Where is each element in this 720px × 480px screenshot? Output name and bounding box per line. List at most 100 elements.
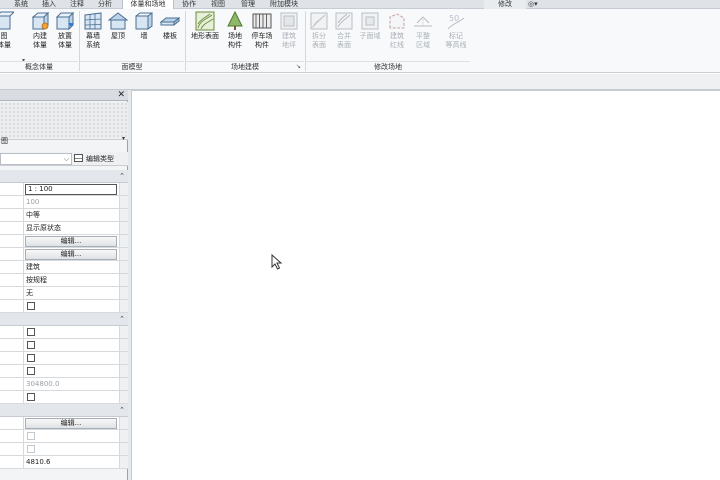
- property-line-button[interactable]: 建筑 红线: [385, 11, 409, 59]
- place-mass-button[interactable]: 放置 体量: [53, 11, 77, 59]
- split-surface-label: 拆分 表面: [312, 32, 326, 49]
- tab-analyze[interactable]: 分析: [92, 0, 118, 9]
- tab-add-ins[interactable]: 附加模块: [264, 0, 304, 9]
- label-contours-button[interactable]: 50 标记 等高线: [441, 11, 471, 59]
- panel-title-conceptual-mass: 概念体量: [0, 61, 78, 72]
- close-icon[interactable]: ✕: [117, 90, 125, 101]
- collapse-icon[interactable]: ⌃: [119, 404, 125, 417]
- tab-collaborate[interactable]: 协作: [176, 0, 202, 9]
- property-row: [0, 391, 128, 404]
- view-switch-toggle[interactable]: ◎▾: [528, 1, 556, 8]
- edit-button[interactable]: 编辑...: [25, 249, 117, 260]
- detail-level-value[interactable]: 中等: [26, 210, 40, 221]
- property-checkbox[interactable]: [27, 367, 35, 375]
- split-surface-button[interactable]: 拆分 表面: [307, 11, 331, 59]
- site-component-label: 场地 构件: [228, 32, 242, 49]
- property-checkbox[interactable]: [27, 341, 35, 349]
- merge-surfaces-label: 合并 表面: [337, 32, 351, 49]
- edit-button[interactable]: 编辑...: [25, 418, 117, 429]
- property-row: [0, 326, 128, 339]
- panel-title-model-by-face: 面模型: [80, 61, 184, 72]
- building-pad-button[interactable]: 建筑 地坪: [277, 11, 301, 59]
- property-row: 编辑...: [0, 417, 128, 430]
- property-checkbox[interactable]: [27, 328, 35, 336]
- in-place-mass-icon: [31, 11, 50, 31]
- face-wall-button[interactable]: 墙: [132, 11, 156, 59]
- tab-manage[interactable]: 管理: [234, 0, 262, 9]
- toposurface-button[interactable]: 地形表面: [188, 11, 222, 59]
- site-component-button[interactable]: 场地 构件: [223, 11, 247, 59]
- property-row: 100: [0, 196, 128, 209]
- in-place-mass-button[interactable]: 内建 体量: [28, 11, 52, 59]
- hidden-line-value[interactable]: 按规程: [26, 275, 47, 286]
- show-mass-button[interactable]: 图 体量: [0, 11, 16, 59]
- ribbon-bottom-strip: [0, 74, 720, 90]
- instance-filter-dropdown[interactable]: ⌵: [0, 153, 72, 165]
- floor-icon: [160, 16, 180, 27]
- parts-visibility-value[interactable]: 显示原状态: [26, 223, 61, 234]
- roof-icon: [108, 12, 128, 30]
- parking-component-button[interactable]: 停车场 构件: [248, 11, 276, 59]
- collapse-icon[interactable]: ⌃: [119, 313, 125, 326]
- panel-title-modify-site: 修改场地: [306, 61, 470, 72]
- property-group-header[interactable]: ⌃: [0, 313, 128, 326]
- property-row: 304800.0: [0, 378, 128, 391]
- properties-title-bar[interactable]: ✕: [0, 90, 128, 101]
- tab-view[interactable]: 视图: [204, 0, 232, 9]
- face-wall-label: 墙: [140, 32, 148, 40]
- far-clip-offset-value: 304800.0: [26, 380, 60, 388]
- curtain-system-button[interactable]: 幕墙 系统: [81, 11, 105, 59]
- place-mass-icon: [55, 11, 75, 31]
- drawing-area[interactable]: [131, 90, 720, 480]
- property-row: 编辑...: [0, 235, 128, 248]
- property-row: [0, 365, 128, 378]
- graded-region-button[interactable]: 平整 区域: [411, 11, 435, 59]
- property-checkbox[interactable]: [27, 302, 35, 310]
- chevron-down-icon[interactable]: ▾: [122, 135, 125, 142]
- face-floor-button[interactable]: 楼板: [158, 11, 182, 59]
- collapse-icon[interactable]: ⌃: [119, 170, 125, 183]
- tab-annotate[interactable]: 注释: [64, 0, 90, 9]
- mouse-cursor-icon: [271, 254, 283, 270]
- property-row: 1 : 100: [0, 183, 128, 196]
- place-mass-label: 放置 体量: [58, 32, 72, 49]
- property-line-icon: [389, 13, 405, 29]
- property-row: 按规程: [0, 274, 128, 287]
- curtain-system-label: 幕墙 系统: [86, 32, 100, 49]
- site-settings-launcher[interactable]: ↘: [296, 63, 301, 70]
- toposurface-icon: [195, 11, 215, 31]
- property-checkbox[interactable]: [27, 354, 35, 362]
- edit-type-label: 编辑类型: [86, 155, 114, 163]
- show-mass-label: 图 体量: [0, 32, 11, 49]
- discipline-value[interactable]: 建筑: [26, 262, 40, 273]
- merge-surfaces-icon: [335, 12, 353, 30]
- edit-button[interactable]: 编辑...: [25, 236, 117, 247]
- property-group-header[interactable]: ⌃: [0, 404, 128, 417]
- toposurface-label: 地形表面: [191, 32, 219, 40]
- subregion-label: 子面域: [359, 32, 381, 40]
- tab-system[interactable]: 系统: [8, 0, 34, 9]
- edit-type-button[interactable]: 编辑类型: [74, 153, 126, 165]
- property-group-header[interactable]: ⌃: [0, 170, 128, 183]
- type-selector[interactable]: 图 ▾: [0, 102, 128, 145]
- property-row: [0, 300, 128, 313]
- tab-insert[interactable]: 插入: [36, 0, 62, 9]
- property-row: 4810.6: [0, 456, 128, 469]
- property-row: [0, 352, 128, 365]
- subregion-button[interactable]: 子面域: [357, 11, 383, 59]
- label-contours-label: 标记 等高线: [445, 32, 467, 49]
- properties-grid: ⌃ 1 : 100 100 中等 显示原状态 编辑... 编辑... 建筑 按规…: [0, 170, 128, 469]
- property-checkbox[interactable]: [27, 393, 35, 401]
- parking-component-icon: [252, 13, 272, 29]
- merge-surfaces-button[interactable]: 合并 表面: [332, 11, 356, 59]
- ribbon: 图 体量 内建 体量 放置 体量 ▾ 概念体量 幕墙 系统 屋顶 墙 楼板 面模…: [0, 9, 720, 73]
- view-scale-field[interactable]: 1 : 100: [25, 184, 117, 195]
- color-scheme-value[interactable]: 无: [26, 288, 33, 299]
- face-floor-label: 楼板: [163, 32, 177, 40]
- tab-modify[interactable]: 修改: [484, 0, 526, 9]
- eye-elevation-value[interactable]: 4810.6: [26, 457, 51, 468]
- property-row: [0, 443, 128, 456]
- face-roof-button[interactable]: 屋顶: [106, 11, 130, 59]
- property-row: 中等: [0, 209, 128, 222]
- label-contours-icon: 50: [447, 14, 465, 30]
